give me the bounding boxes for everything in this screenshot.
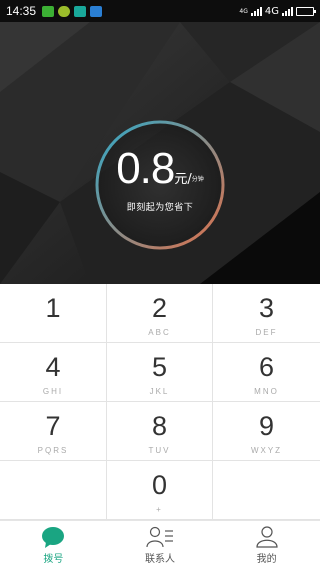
chat-bubble-icon: [58, 5, 71, 17]
key-letters: JKL: [149, 387, 170, 396]
key-blank-left: [0, 461, 107, 520]
key-letters: ABC: [148, 328, 171, 337]
signal-icon-2: [282, 6, 293, 16]
mail-icon: [90, 5, 103, 17]
key-digit: 5: [151, 352, 168, 382]
key-blank-right: [213, 461, 320, 520]
key-digit: 8: [151, 411, 168, 441]
status-right: 4G 4G: [239, 5, 316, 17]
key-letters: TUV: [148, 446, 171, 455]
rate-unit: 元/: [174, 172, 192, 187]
key-8[interactable]: 8 TUV: [107, 402, 213, 461]
key-digit: 0: [151, 470, 168, 500]
key-letters: WXYZ: [250, 446, 283, 455]
signal-icon: [250, 6, 262, 16]
key-7[interactable]: 7 PQRS: [0, 402, 107, 461]
key-0[interactable]: 0 +: [107, 461, 213, 520]
key-letters: GHI: [42, 387, 64, 396]
tab-contacts[interactable]: 联系人: [107, 521, 214, 569]
status-time: 14:35: [6, 4, 37, 18]
key-letters: +: [156, 505, 163, 514]
key-digit: 9: [258, 411, 275, 441]
chat-bubble-icon: [42, 526, 65, 548]
tab-dial[interactable]: 拨号: [0, 521, 107, 569]
tagline: 即刻起为您省下: [126, 203, 194, 213]
key-letters: PQRS: [37, 446, 69, 455]
user-icon: [256, 525, 278, 548]
key-letters: MNO: [254, 387, 279, 396]
rate-value: 0.8: [116, 144, 175, 193]
dial-keypad: 1 2 ABC 3 DEF 4 GHI 5 JKL 6 MNO 7 PQRS 8 TUV 9 W…: [0, 284, 320, 520]
bottom-tab-bar: 拨号 联系人 我的: [0, 520, 320, 569]
shield-icon: [74, 5, 87, 17]
key-digit: 3: [258, 293, 275, 323]
tab-dial-label: 拨号: [43, 553, 64, 565]
key-digit: 7: [45, 411, 61, 441]
key-digit: 1: [45, 293, 61, 323]
contacts-icon: [146, 526, 173, 547]
network-type-small: 4G: [239, 7, 248, 15]
rate-banner: 0.8元/分钟 即刻起为您省下: [0, 22, 320, 284]
key-6[interactable]: 6 MNO: [213, 343, 320, 402]
tab-me-label: 我的: [256, 553, 277, 565]
key-4[interactable]: 4 GHI: [0, 343, 107, 402]
rate-ring: 0.8元/分钟 即刻起为您省下: [93, 118, 227, 252]
rate-per: 分钟: [191, 176, 204, 183]
network-type: 4G: [264, 5, 279, 17]
key-digit: 6: [258, 352, 275, 382]
rate-display: 0.8元/分钟: [93, 144, 227, 194]
key-letters: DEF: [255, 328, 278, 337]
wechat-icon: [42, 5, 55, 17]
key-digit: 2: [151, 293, 168, 323]
key-3[interactable]: 3 DEF: [213, 284, 320, 343]
key-5[interactable]: 5 JKL: [107, 343, 213, 402]
battery-icon: [296, 6, 316, 16]
status-bar: 14:35 4G 4G: [0, 0, 320, 22]
key-2[interactable]: 2 ABC: [107, 284, 213, 343]
tab-contacts-label: 联系人: [145, 553, 175, 565]
key-9[interactable]: 9 WXYZ: [213, 402, 320, 461]
tab-me[interactable]: 我的: [213, 521, 320, 569]
key-1[interactable]: 1: [0, 284, 107, 343]
key-digit: 4: [45, 352, 61, 382]
